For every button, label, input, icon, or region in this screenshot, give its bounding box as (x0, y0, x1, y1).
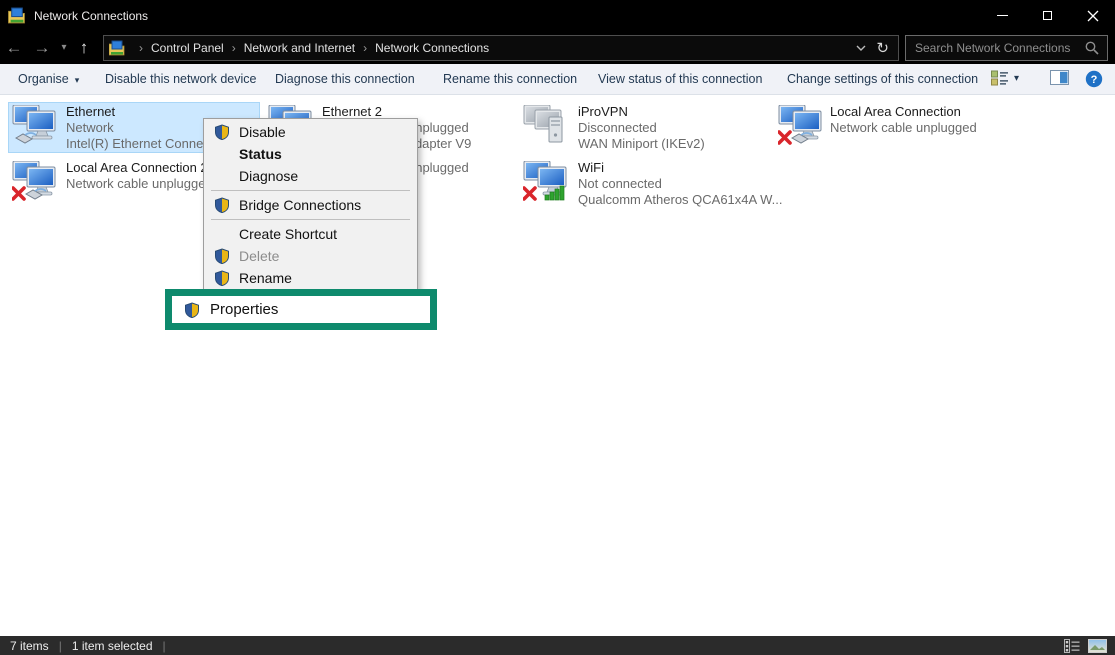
up-button[interactable]: ↑ (72, 31, 96, 64)
crumb-separator-icon: › (232, 41, 236, 55)
change-view-button[interactable]: ▾ (991, 70, 1019, 86)
connection-status: Not connected (578, 176, 818, 192)
address-bar-row: ← → ▾ ↑ › Control Panel › Network and In… (0, 31, 1115, 64)
disconnected-ethernet-icon (778, 105, 826, 145)
menu-separator (211, 190, 410, 191)
menu-separator (211, 219, 410, 220)
uac-shield-icon (214, 124, 230, 140)
details-view-button[interactable] (1064, 639, 1080, 653)
menu-label: Bridge Connections (239, 197, 361, 213)
breadcrumb-network-and-internet[interactable]: Network and Internet (244, 41, 355, 55)
context-menu-diagnose[interactable]: Diagnose (204, 165, 417, 187)
refresh-icon[interactable]: ↻ (876, 39, 889, 57)
organise-button[interactable]: Organise ▾ (18, 64, 79, 94)
menu-label: Delete (239, 248, 279, 264)
close-icon (1087, 10, 1099, 22)
preview-pane-button[interactable] (1050, 70, 1069, 85)
vpn-connection-icon (523, 105, 571, 145)
view-caret-icon: ▾ (1014, 73, 1019, 84)
back-button[interactable]: ← (0, 31, 28, 64)
address-dropdown-chevron-icon[interactable] (856, 44, 866, 52)
menu-label: Create Shortcut (239, 226, 337, 242)
disconnected-ethernet-icon (12, 161, 60, 201)
minimize-button[interactable] (980, 0, 1025, 31)
context-menu: Disable Status Diagnose Bridge Connectio… (203, 118, 418, 292)
menu-label: Diagnose (239, 168, 298, 184)
breadcrumb-folder-icon (109, 40, 125, 56)
disable-device-button[interactable]: Disable this network device (105, 64, 256, 94)
help-icon: ? (1085, 70, 1103, 88)
preview-pane-icon (1050, 70, 1069, 85)
selected-count: 1 item selected (72, 639, 153, 653)
organise-label: Organise (18, 72, 69, 86)
crumb-separator-icon: › (139, 41, 143, 55)
view-options-icon (991, 70, 1008, 86)
command-toolbar: Organise ▾ Disable this network device Di… (0, 64, 1115, 95)
context-menu-rename[interactable]: Rename (204, 267, 417, 289)
context-menu-delete: Delete (204, 245, 417, 267)
status-divider: | (59, 639, 62, 653)
title-bar: Network Connections (0, 0, 1115, 31)
context-menu-status[interactable]: Status (204, 143, 417, 165)
items-count: 7 items (10, 639, 49, 653)
recent-locations-chevron-icon[interactable]: ▾ (56, 31, 72, 64)
breadcrumb-network-connections[interactable]: Network Connections (375, 41, 489, 55)
thumbnail-view-button[interactable] (1088, 639, 1107, 653)
view-status-button[interactable]: View status of this connection (598, 64, 762, 94)
search-icon (1085, 41, 1099, 55)
menu-label: Disable (239, 124, 286, 140)
connections-list: Ethernet Network Intel(R) Ethernet Conne… (0, 96, 1115, 636)
context-menu-create-shortcut[interactable]: Create Shortcut (204, 223, 417, 245)
window-title: Network Connections (34, 9, 148, 23)
connection-status: Network cable unplugged (830, 120, 1070, 136)
search-box (905, 35, 1108, 61)
context-menu-bridge-connections[interactable]: Bridge Connections (204, 194, 417, 216)
connection-name: WiFi (578, 160, 818, 176)
app-icon (8, 7, 26, 24)
connection-name: Local Area Connection (830, 104, 1070, 120)
change-settings-button[interactable]: Change settings of this connection (787, 64, 978, 94)
forward-button[interactable]: → (28, 31, 56, 64)
search-input[interactable] (906, 41, 1085, 55)
rename-connection-button[interactable]: Rename this connection (443, 64, 577, 94)
menu-label: Rename (239, 270, 292, 286)
close-button[interactable] (1070, 0, 1115, 31)
breadcrumb[interactable]: › Control Panel › Network and Internet ›… (103, 35, 899, 61)
uac-shield-icon (214, 248, 230, 264)
breadcrumb-control-panel[interactable]: Control Panel (151, 41, 224, 55)
wifi-connection-icon (523, 161, 571, 201)
ethernet-connection-icon (12, 105, 60, 145)
diagnose-connection-button[interactable]: Diagnose this connection (275, 64, 415, 94)
maximize-icon (1043, 11, 1052, 20)
network-connections-window: Network Connections ← → ▾ ↑ › Control Pa… (0, 0, 1115, 655)
properties-annotation-box: Properties (165, 289, 437, 330)
menu-label: Properties (210, 301, 278, 318)
status-divider: | (163, 639, 166, 653)
uac-shield-icon (184, 302, 200, 318)
help-button[interactable]: ? (1085, 70, 1103, 88)
context-menu-properties[interactable]: Properties (172, 301, 278, 318)
minimize-icon (997, 15, 1008, 16)
status-bar: 7 items | 1 item selected | (0, 636, 1115, 655)
organise-caret-icon: ▾ (75, 75, 80, 85)
uac-shield-icon (214, 197, 230, 213)
crumb-separator-icon: › (363, 41, 367, 55)
maximize-button[interactable] (1025, 0, 1070, 31)
menu-label: Status (239, 146, 282, 162)
svg-text:?: ? (1091, 74, 1098, 86)
uac-shield-icon (214, 270, 230, 286)
context-menu-disable[interactable]: Disable (204, 121, 417, 143)
connection-device: Qualcomm Atheros QCA61x4A W... (578, 192, 818, 208)
